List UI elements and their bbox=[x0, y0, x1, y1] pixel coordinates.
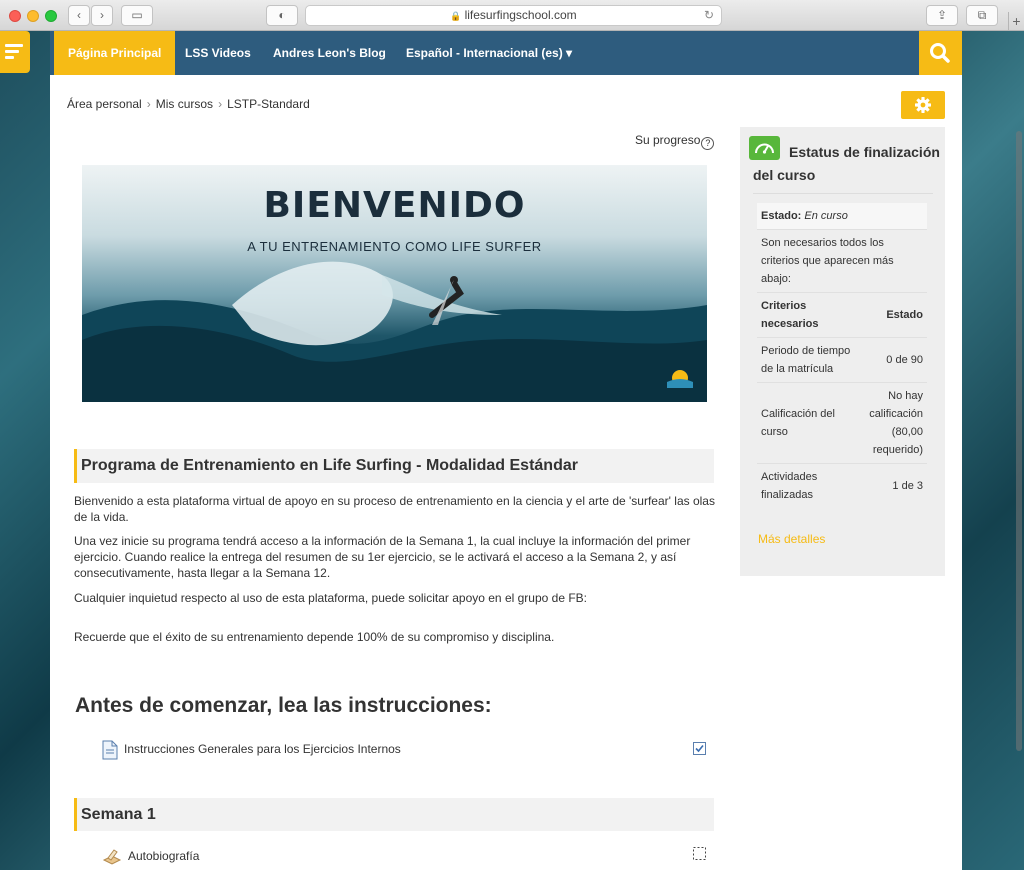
block-divider bbox=[753, 193, 933, 194]
commitment-paragraph: Recuerde que el éxito de su entrenamient… bbox=[74, 630, 555, 644]
document-icon bbox=[102, 740, 118, 760]
status-header: Estado bbox=[857, 292, 927, 338]
search-button[interactable] bbox=[919, 31, 962, 75]
week1-section-title: Semana 1 bbox=[74, 798, 714, 831]
breadcrumb: Área personal › Mis cursos › LSTP-Standard bbox=[67, 97, 310, 111]
search-icon bbox=[930, 43, 950, 63]
completion-block-title: Estatus de finalización del curso bbox=[753, 144, 940, 183]
gear-icon bbox=[915, 97, 931, 113]
requirement-note-row: Son necesarios todos los criterios que a… bbox=[757, 229, 927, 293]
instructions-heading: Antes de comenzar, lea las instrucciones… bbox=[75, 694, 492, 717]
completion-table: Estado: En curso Son necesarios todos lo… bbox=[757, 203, 927, 508]
progress-label: Su progreso bbox=[635, 133, 701, 147]
criterion-status-cell: 0 de 90 bbox=[857, 337, 927, 383]
status-value: En curso bbox=[804, 210, 848, 222]
sidebar-icon[interactable]: ▭ bbox=[121, 5, 153, 26]
requirement-note: Son necesarios todos los criterios que a… bbox=[757, 229, 927, 293]
banner-subtitle: A TU ENTRENAMIENTO COMO LIFE SURFER bbox=[247, 239, 542, 254]
nav-home[interactable]: Página Principal bbox=[54, 31, 176, 75]
more-details-link[interactable]: Más detalles bbox=[758, 532, 825, 546]
nav-lss-videos[interactable]: LSS Videos bbox=[185, 31, 251, 75]
page-scrollbar[interactable] bbox=[1014, 31, 1024, 870]
autobiography-activity[interactable]: Autobiografía bbox=[102, 848, 199, 866]
address-bar[interactable]: 🔒 lifesurfingschool.com ↻ bbox=[305, 5, 722, 26]
share-icon[interactable]: ⇪ bbox=[926, 5, 958, 26]
minimize-window-icon[interactable] bbox=[27, 10, 39, 22]
completed-checkbox-icon[interactable] bbox=[693, 742, 706, 755]
privacy-shield-icon[interactable]: ◐ bbox=[266, 5, 298, 26]
criterion-status-cell: 1 de 3 bbox=[857, 463, 927, 508]
url-text: lifesurfingschool.com bbox=[464, 8, 577, 22]
incomplete-checkbox-icon[interactable] bbox=[693, 847, 706, 860]
completion-status-block: Estatus de finalización del curso Estado… bbox=[740, 127, 945, 576]
course-settings-button[interactable] bbox=[901, 91, 945, 119]
language-label: Español - Internacional (es) bbox=[406, 46, 563, 60]
top-navbar: Página Principal LSS Videos Andres Leon'… bbox=[50, 31, 962, 75]
instructions-activity-link[interactable]: Instrucciones Generales para los Ejercic… bbox=[124, 742, 401, 756]
back-button[interactable]: ‹ bbox=[68, 5, 90, 26]
criterion-status-cell: No hay calificación (80,00 requerido) bbox=[857, 382, 927, 464]
breadcrumb-course[interactable]: LSTP-Standard bbox=[227, 97, 310, 111]
criteria-header: Criterios necesarios bbox=[757, 292, 857, 338]
help-icon[interactable]: ? bbox=[701, 137, 715, 150]
nav-language-menu[interactable]: Español - Internacional (es) ▾ bbox=[406, 31, 572, 75]
chevron-right-icon: › bbox=[146, 97, 151, 111]
access-paragraph: Una vez inicie su programa tendrá acceso… bbox=[74, 534, 691, 580]
program-section-title: Programa de Entrenamiento en Life Surfin… bbox=[74, 449, 714, 483]
progress-indicator: Su progreso? bbox=[635, 133, 715, 150]
new-tab-button[interactable]: + bbox=[1008, 12, 1024, 31]
chevron-down-icon: ▾ bbox=[566, 46, 573, 60]
chevron-right-icon: › bbox=[218, 97, 223, 111]
status-label: Estado: bbox=[761, 210, 802, 222]
banner-title: BIENVENIDO bbox=[263, 185, 526, 226]
status-row: Estado: En curso bbox=[757, 203, 927, 230]
intro-paragraph: Bienvenido a esta plataforma virtual de … bbox=[74, 494, 715, 524]
close-window-icon[interactable] bbox=[9, 10, 21, 22]
criterion-cell: Calificación del curso bbox=[757, 382, 857, 464]
menu-icon bbox=[5, 44, 23, 62]
scrollbar-thumb[interactable] bbox=[1016, 131, 1022, 751]
assignment-icon bbox=[102, 849, 122, 865]
lock-icon: 🔒 bbox=[450, 11, 462, 21]
breadcrumb-my-courses[interactable]: Mis cursos bbox=[156, 97, 213, 111]
table-header: Criterios necesarios Estado bbox=[757, 292, 927, 338]
browser-toolbar: ‹ › ▭ ◐ 🔒 lifesurfingschool.com ↻ ⇪ ⧉ + bbox=[0, 0, 1024, 31]
moodle-page: Página Principal LSS Videos Andres Leon'… bbox=[50, 31, 962, 870]
instructions-activity[interactable]: Instrucciones Generales para los Ejercic… bbox=[102, 740, 401, 760]
criterion-cell: Periodo de tiempo de la matrícula bbox=[757, 337, 857, 383]
table-row: Calificación del curso No hay calificaci… bbox=[757, 382, 927, 464]
breadcrumb-dashboard[interactable]: Área personal bbox=[67, 97, 142, 111]
support-paragraph: Cualquier inquietud respecto al uso de e… bbox=[74, 591, 587, 605]
autobiography-activity-link[interactable]: Autobiografía bbox=[128, 849, 199, 863]
forward-button[interactable]: › bbox=[91, 5, 113, 26]
zoom-window-icon[interactable] bbox=[45, 10, 57, 22]
nav-blog[interactable]: Andres Leon's Blog bbox=[273, 31, 386, 75]
criterion-cell: Actividades finalizadas bbox=[757, 463, 857, 508]
table-row: Actividades finalizadas 1 de 3 bbox=[757, 463, 927, 508]
tabs-overview-icon[interactable]: ⧉ bbox=[966, 5, 998, 26]
welcome-banner: BIENVENIDO A TU ENTRENAMIENTO COMO LIFE … bbox=[82, 165, 707, 402]
table-row: Periodo de tiempo de la matrícula 0 de 9… bbox=[757, 337, 927, 383]
reload-icon[interactable]: ↻ bbox=[704, 6, 714, 25]
drawer-toggle-button[interactable] bbox=[0, 31, 30, 73]
